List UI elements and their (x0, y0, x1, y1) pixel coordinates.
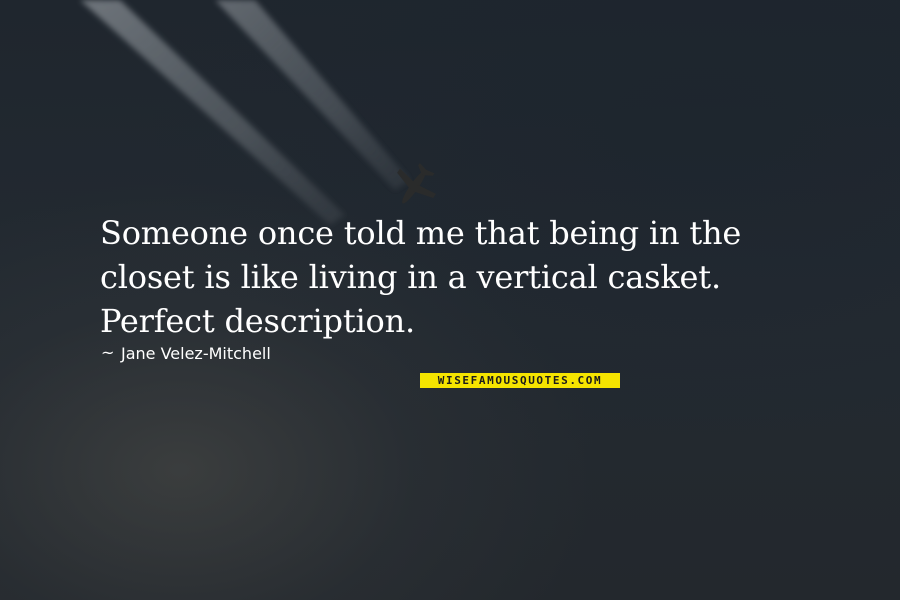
quote-line: Someone once told me that being in the (100, 214, 742, 252)
author-name: Jane Velez-Mitchell (121, 343, 271, 363)
quote-line: Perfect description. (100, 302, 415, 340)
author-attribution: ~ Jane Velez-Mitchell (101, 341, 271, 365)
quote-text: Someone once told me that being in the c… (100, 211, 860, 343)
quote-line: closet is like living in a vertical cask… (100, 258, 721, 296)
contrail-right (215, 0, 410, 190)
watermark-text: WISEFAMOUSQUOTES.COM (437, 374, 603, 387)
watermark-logo: WISEFAMOUSQUOTES.COM (420, 373, 620, 388)
tilde-icon: ~ (101, 343, 115, 362)
contrail-left (80, 0, 345, 225)
quote-image: Someone once told me that being in the c… (0, 0, 900, 600)
